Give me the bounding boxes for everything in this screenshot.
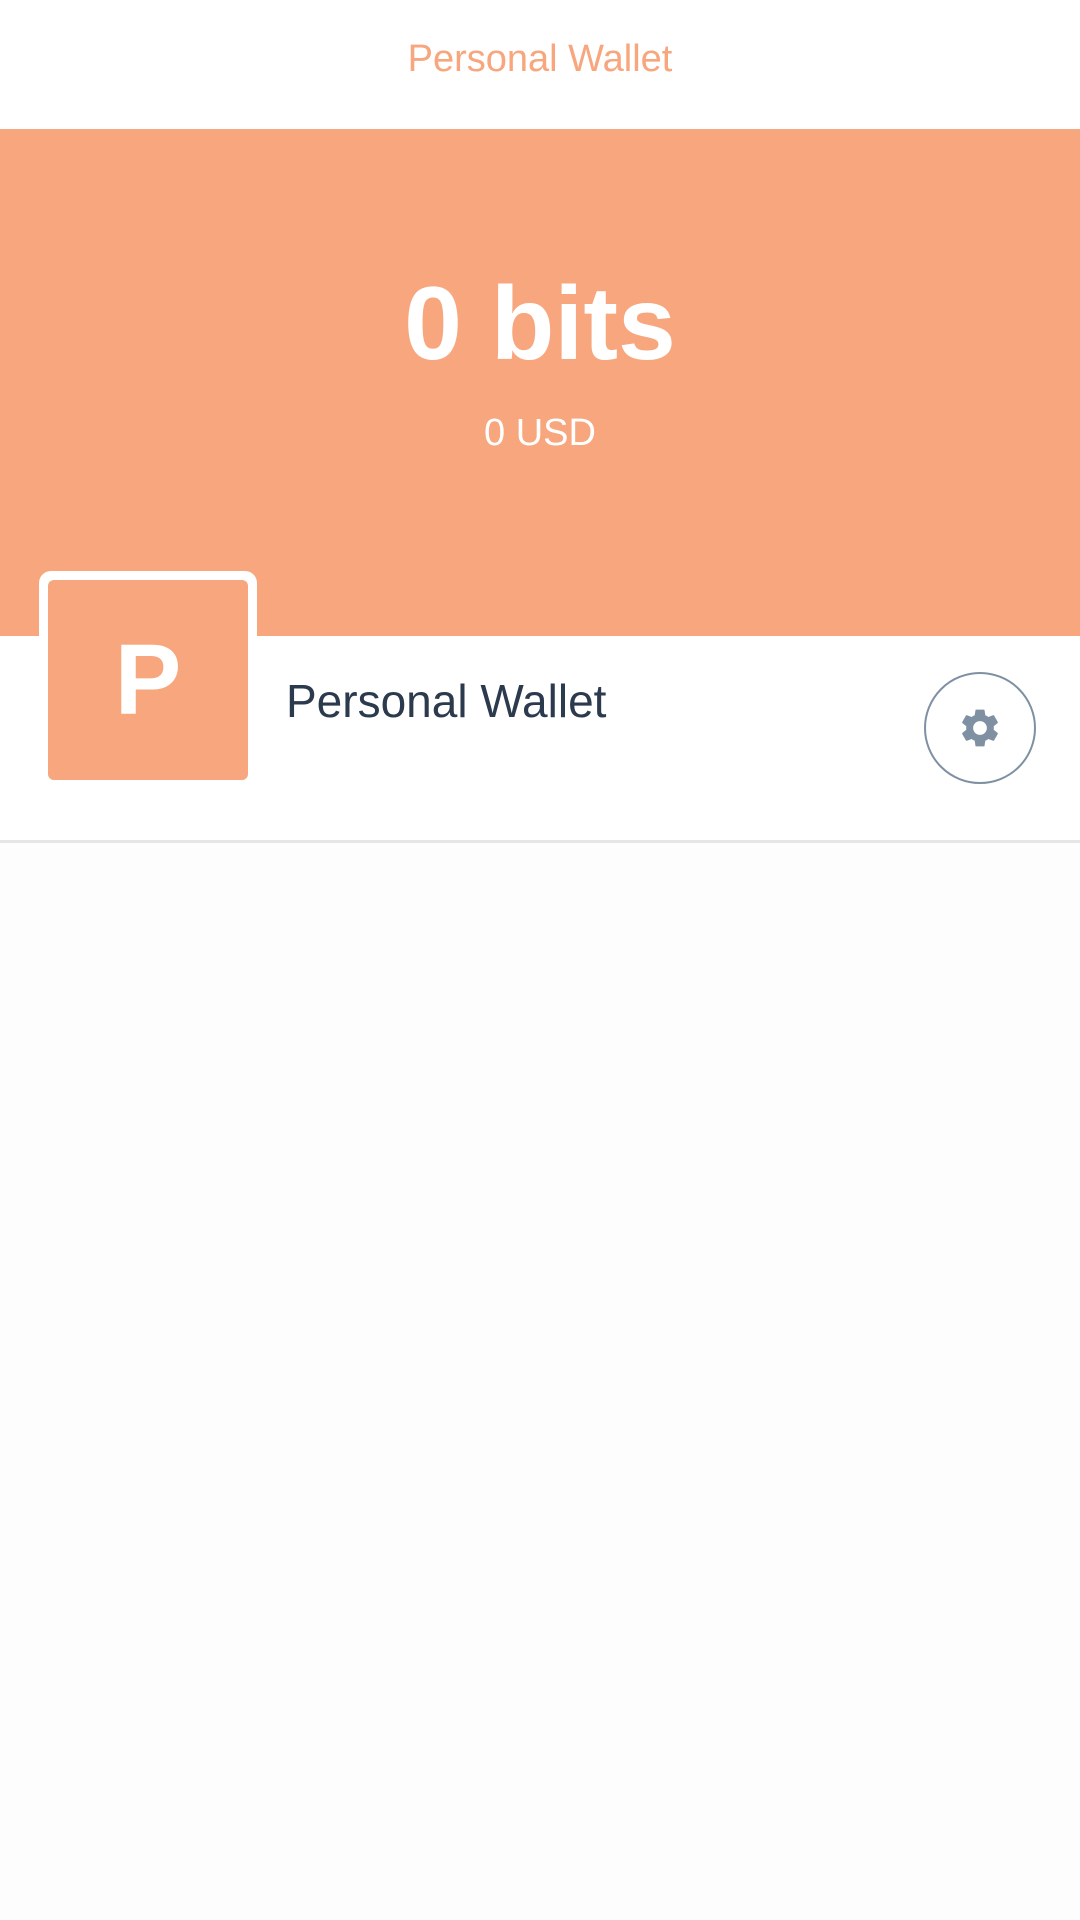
wallet-name: Personal Wallet bbox=[286, 675, 607, 727]
wallet-screen: Personal Wallet 0 bits 0 USD P Personal … bbox=[0, 0, 1080, 1920]
section-divider bbox=[0, 840, 1080, 843]
wallet-settings-button[interactable] bbox=[924, 672, 1036, 784]
balance-amount: 0 bits bbox=[404, 266, 676, 382]
balance-fiat-amount: 0 USD bbox=[484, 412, 596, 454]
wallet-avatar-frame: P bbox=[39, 571, 257, 784]
gear-icon bbox=[962, 709, 998, 747]
wallet-avatar: P bbox=[48, 580, 248, 780]
top-bar: Personal Wallet bbox=[0, 0, 1080, 129]
balance-panel: 0 bits 0 USD bbox=[0, 129, 1080, 636]
page-title: Personal Wallet bbox=[407, 37, 673, 80]
